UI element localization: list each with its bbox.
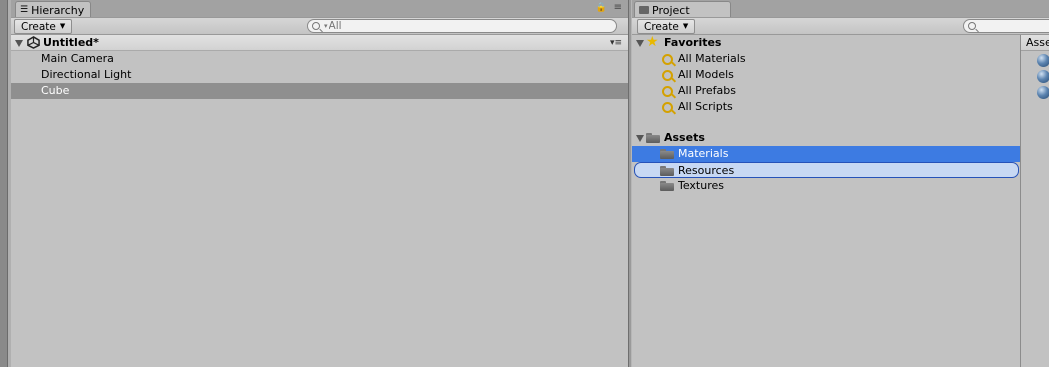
project-tabstrip: Project [632,0,1049,18]
hierarchy-search-input[interactable] [328,20,616,32]
panel-menu-icon[interactable]: ≡ [614,2,622,13]
material-sphere-icon[interactable] [1037,54,1049,67]
fold-arrow-icon[interactable] [636,40,644,47]
favorite-item-label: All Models [678,68,734,81]
saved-search-icon [662,85,673,97]
project-search[interactable] [963,19,1049,33]
favorites-label: Favorites [664,36,722,49]
favorite-item[interactable]: All Prefabs [632,83,1020,99]
folder-item-selected[interactable]: Materials [632,146,1020,162]
scene-header[interactable]: Untitled* ▾≡ [11,35,628,51]
folder-item[interactable]: Textures [632,178,1020,194]
folder-item-label: Materials [678,147,729,160]
search-icon [968,22,976,30]
tab-hierarchy[interactable]: ☰ Hierarchy [15,1,92,18]
saved-search-icon [662,101,673,113]
folder-item-label[interactable]: Resources [678,164,734,177]
hierarchy-search[interactable]: ▾ [307,19,617,33]
project-panel: Project Create ▼ ★ Favorites All Materia… [632,0,1049,367]
folder-item-renaming[interactable]: Resources [634,162,1019,178]
favorite-item-label: All Scripts [678,100,733,113]
fold-arrow-icon[interactable] [15,40,23,47]
tab-project-label: Project [652,3,690,17]
assets-label: Assets [664,131,705,144]
hierarchy-item-label: Main Camera [41,52,114,65]
folder-item-label: Textures [678,179,724,192]
hierarchy-create-button[interactable]: Create ▼ [14,19,73,34]
scene-menu-icon[interactable]: ▾≡ [610,35,622,51]
left-dock-edge [0,0,8,367]
material-sphere-icon[interactable] [1037,70,1049,83]
hierarchy-tabstrip: ☰ Hierarchy 🔒 ≡ [11,0,628,18]
search-icon [312,22,320,30]
favorite-item[interactable]: All Models [632,67,1020,83]
search-filter-dropdown-icon[interactable]: ▾ [324,22,328,30]
unity-editor: ☰ Hierarchy 🔒 ≡ Create ▼ ▾ Untitled* [0,0,1049,367]
tab-hierarchy-label: Hierarchy [31,3,85,17]
hierarchy-item[interactable]: Main Camera [11,51,628,67]
list-icon: ☰ [20,4,29,15]
hierarchy-item[interactable]: Directional Light [11,67,628,83]
chevron-down-icon: ▼ [682,22,689,30]
create-label: Create [21,20,56,33]
project-search-input[interactable] [977,20,1049,32]
project-create-button[interactable]: Create ▼ [637,19,696,34]
tab-project[interactable]: Project [634,1,731,18]
folder-icon [639,6,649,14]
saved-search-icon [662,53,673,65]
material-sphere-icon[interactable] [1037,86,1049,99]
hierarchy-panel: ☰ Hierarchy 🔒 ≡ Create ▼ ▾ Untitled* [11,0,628,367]
asset-pane-header: Asse [1021,35,1049,51]
project-folder-tree: ★ Favorites All Materials All Models All… [632,34,1020,367]
lock-icon[interactable]: 🔒 [596,3,607,13]
create-label: Create [644,20,679,33]
assets-header[interactable]: Assets [632,130,1020,146]
folder-icon [646,133,660,143]
favorite-item[interactable]: All Scripts [632,99,1020,115]
chevron-down-icon: ▼ [59,22,66,30]
folder-icon [660,166,674,176]
favorite-item[interactable]: All Materials [632,51,1020,67]
hierarchy-toolbar: Create ▼ ▾ [11,17,628,35]
star-icon: ★ [646,34,659,50]
folder-icon [660,149,674,159]
hierarchy-item-label: Cube [41,84,70,97]
unity-logo-icon [27,36,40,49]
favorite-item-label: All Materials [678,52,746,65]
folder-icon [660,181,674,191]
project-toolbar: Create ▼ [632,17,1049,35]
hierarchy-item-selected[interactable]: Cube [11,83,628,99]
fold-arrow-icon[interactable] [636,135,644,142]
favorites-header[interactable]: ★ Favorites [632,34,1020,51]
favorite-item-label: All Prefabs [678,84,736,97]
scene-name: Untitled* [43,36,99,49]
saved-search-icon [662,69,673,81]
asset-list-pane: Asse [1021,35,1049,367]
hierarchy-item-label: Directional Light [41,68,132,81]
